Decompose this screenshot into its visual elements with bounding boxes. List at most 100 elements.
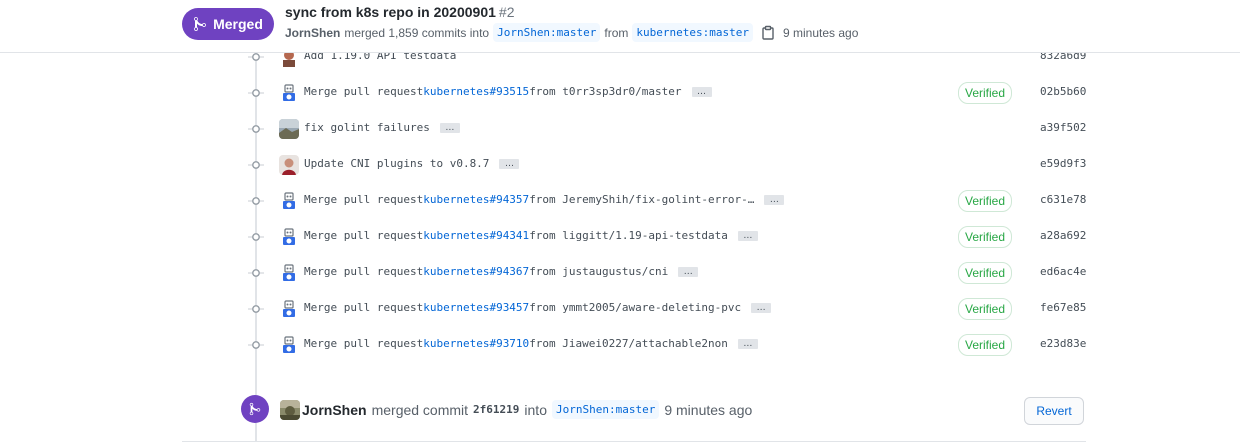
verified-badge[interactable]: Verified <box>958 298 1013 320</box>
commit-message: Merge pull request kubernetes#94367 from… <box>304 265 699 278</box>
commit-sha-link[interactable]: e59d9f3 <box>1040 157 1086 170</box>
commit-message: Merge pull request kubernetes#93515 from… <box>304 85 712 98</box>
state-label: Merged <box>213 16 263 32</box>
commit-row: Merge pull request kubernetes#93515 from… <box>0 76 1240 112</box>
commit-author-avatar[interactable] <box>279 155 299 175</box>
expand-message-button[interactable]: … <box>737 230 758 241</box>
from-text: from <box>604 25 629 40</box>
commit-node-icon <box>248 157 264 173</box>
commit-sha-link[interactable]: 02b5b60 <box>1040 85 1086 98</box>
verified-badge[interactable]: Verified <box>958 334 1013 356</box>
commit-message: Merge pull request kubernetes#93457 from… <box>304 301 772 314</box>
verified-badge[interactable]: Verified <box>958 226 1013 248</box>
verified-badge[interactable]: Verified <box>958 190 1013 212</box>
verified-badge[interactable]: Verified <box>958 82 1013 104</box>
clipboard-copy-icon[interactable] <box>761 25 775 41</box>
commit-sha-link[interactable]: a28a692 <box>1040 229 1086 242</box>
merged-time: 9 minutes ago <box>783 25 859 40</box>
verified-badge[interactable]: Verified <box>958 262 1013 284</box>
issue-link[interactable]: kubernetes#93515 <box>423 85 529 98</box>
commit-message-link[interactable]: Merge pull request <box>304 229 423 242</box>
issue-link[interactable]: kubernetes#94341 <box>423 229 529 242</box>
issue-link[interactable]: kubernetes#94367 <box>423 265 529 278</box>
expand-message-button[interactable]: … <box>737 338 758 349</box>
commit-node-icon <box>248 229 264 245</box>
commit-message-link-tail[interactable]: from t0rr3sp3dr0/master <box>529 85 681 98</box>
merged-commits-text: merged 1,859 commits into <box>344 25 490 40</box>
commit-sha-link[interactable]: ed6ac4e <box>1040 265 1086 278</box>
merge-event-badge <box>241 395 269 423</box>
merge-time: 9 minutes ago <box>664 401 753 418</box>
commit-message-link[interactable]: Merge pull request <box>304 193 423 206</box>
revert-button[interactable]: Revert <box>1024 397 1084 425</box>
expand-message-button[interactable]: … <box>764 194 785 205</box>
commit-author-avatar[interactable] <box>279 191 299 211</box>
expand-message-button[interactable]: … <box>678 266 699 277</box>
expand-message-button[interactable]: … <box>499 158 520 169</box>
commit-message: Merge pull request kubernetes#94341 from… <box>304 229 758 242</box>
commit-message: Merge pull request kubernetes#94357 from… <box>304 193 785 206</box>
commit-node-icon <box>248 121 264 137</box>
commit-sha-link[interactable]: e23d83e <box>1040 337 1086 350</box>
merge-event-text: JornShen merged commit 2f61219 into Jorn… <box>302 400 752 419</box>
commit-row: Merge pull request kubernetes#93457 from… <box>0 292 1240 328</box>
commit-sha-link[interactable]: fe67e85 <box>1040 301 1086 314</box>
expand-message-button[interactable]: … <box>751 302 772 313</box>
issue-link[interactable]: kubernetes#93457 <box>423 301 529 314</box>
pr-author-link[interactable]: JornShen <box>285 26 340 40</box>
pr-header: Merged sync from k8s repo in 20200901 #2 … <box>0 0 1240 53</box>
expand-message-button[interactable]: … <box>691 86 712 97</box>
git-merge-icon <box>249 402 261 416</box>
commit-message-link-tail[interactable]: from justaugustus/cni <box>529 265 668 278</box>
issue-link[interactable]: kubernetes#93710 <box>423 337 529 350</box>
commit-message-link-tail[interactable]: from Jiawei0227/attachable2non <box>529 337 728 350</box>
commit-author-avatar[interactable] <box>279 263 299 283</box>
commit-sha-link[interactable]: c631e78 <box>1040 193 1086 206</box>
base-branch[interactable]: JornShen:master <box>493 23 601 42</box>
commit-author-avatar[interactable] <box>279 119 299 139</box>
merge-target-branch[interactable]: JornShen:master <box>551 400 660 419</box>
commit-message-link-tail[interactable]: from ymmt2005/aware-deleting-pvc <box>529 301 741 314</box>
issue-link[interactable]: kubernetes#94357 <box>423 193 529 206</box>
commit-row: Merge pull request kubernetes#93710 from… <box>0 328 1240 364</box>
commit-author-avatar[interactable] <box>279 299 299 319</box>
commit-row: Merge pull request kubernetes#94367 from… <box>0 256 1240 292</box>
commit-row: Merge pull request kubernetes#94357 from… <box>0 184 1240 220</box>
git-merge-icon <box>194 16 207 32</box>
merge-author-avatar[interactable] <box>280 400 300 420</box>
commit-node-icon <box>248 301 264 317</box>
commit-message-link[interactable]: fix golint failures <box>304 121 430 134</box>
commit-row: Merge pull request kubernetes#94341 from… <box>0 220 1240 256</box>
commit-sha-link[interactable]: a39f502 <box>1040 121 1086 134</box>
into-text: into <box>524 401 547 418</box>
commit-message-link[interactable]: Merge pull request <box>304 337 423 350</box>
commit-message-link[interactable]: Update CNI plugins to v0.8.7 <box>304 157 489 170</box>
merged-state-badge: Merged <box>182 8 274 40</box>
merge-commit-sha[interactable]: 2f61219 <box>473 403 519 416</box>
commit-message-link[interactable]: Merge pull request <box>304 301 423 314</box>
expand-message-button[interactable]: … <box>439 122 460 133</box>
commit-author-avatar[interactable] <box>279 335 299 355</box>
commit-message: Update CNI plugins to v0.8.7 … <box>304 157 520 170</box>
pr-number: #2 <box>498 4 515 20</box>
commit-node-icon <box>248 193 264 209</box>
pr-title: sync from k8s repo in 20200901 #2 <box>285 4 514 20</box>
pr-title-text: sync from k8s repo in 20200901 <box>285 4 496 20</box>
commit-node-icon <box>248 85 264 101</box>
commit-message-link-tail[interactable]: from liggitt/1.19-api-testdata <box>529 229 728 242</box>
pr-meta: JornShen merged 1,859 commits into JornS… <box>285 23 858 42</box>
head-branch[interactable]: kubernetes:master <box>632 23 754 42</box>
commit-message: fix golint failures … <box>304 121 460 134</box>
commit-message: Merge pull request kubernetes#93710 from… <box>304 337 758 350</box>
commit-message-link[interactable]: Merge pull request <box>304 85 423 98</box>
commit-node-icon <box>248 337 264 353</box>
commit-row: fix golint failures … a39f502 <box>0 112 1240 148</box>
commit-author-avatar[interactable] <box>279 83 299 103</box>
commit-author-avatar[interactable] <box>279 227 299 247</box>
commit-row: Update CNI plugins to v0.8.7 … e59d9f3 <box>0 148 1240 184</box>
merge-author-link[interactable]: JornShen <box>302 402 367 418</box>
commit-message-link-tail[interactable]: from JeremyShih/fix-golint-error-… <box>529 193 754 206</box>
commit-message-link[interactable]: Merge pull request <box>304 265 423 278</box>
merged-commit-text: merged commit <box>371 401 469 418</box>
commit-node-icon <box>248 265 264 281</box>
